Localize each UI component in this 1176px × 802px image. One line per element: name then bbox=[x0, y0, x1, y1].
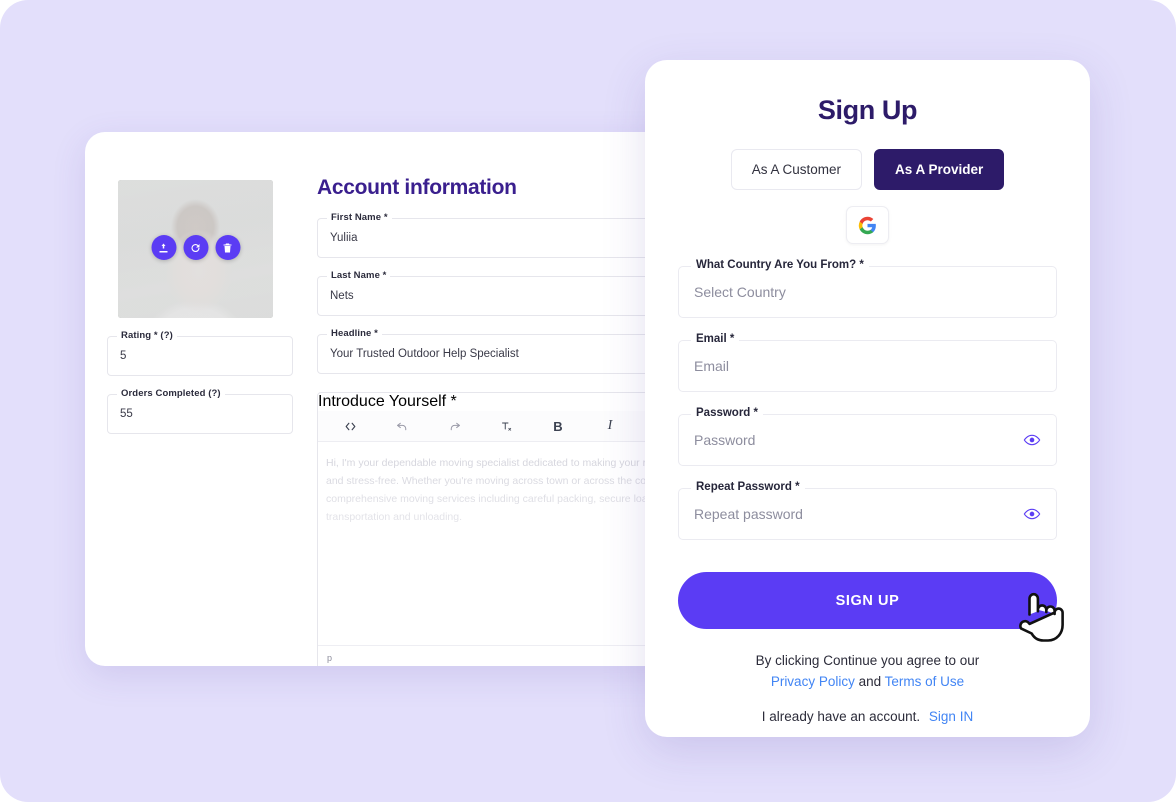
italic-icon[interactable]: I bbox=[584, 411, 636, 442]
last-name-label: Last Name * bbox=[327, 270, 391, 281]
password-field[interactable]: Password * Password bbox=[678, 407, 1057, 466]
existing-account-prompt: I already have an account. Sign IN bbox=[678, 709, 1057, 724]
headline-label: Headline * bbox=[327, 328, 382, 339]
rotate-icon[interactable] bbox=[183, 235, 208, 260]
introduce-yourself-label: Introduce Yourself * bbox=[318, 393, 457, 410]
hand-cursor-icon bbox=[1019, 592, 1064, 642]
first-name-label: First Name * bbox=[327, 212, 392, 223]
avatar[interactable] bbox=[118, 180, 273, 318]
country-label: What Country Are You From? * bbox=[691, 259, 869, 271]
password-label: Password * bbox=[691, 407, 763, 419]
legal-line-1: By clicking Continue you agree to our bbox=[755, 653, 980, 668]
rating-field[interactable]: Rating * (?) 5 bbox=[107, 330, 293, 376]
orders-completed-label: Orders Completed (?) bbox=[117, 388, 225, 399]
app-canvas: Rating * (?) 5 Orders Completed (?) 55 A… bbox=[0, 0, 1176, 802]
redo-icon[interactable] bbox=[428, 411, 480, 442]
tab-as-a-provider[interactable]: As A Provider bbox=[874, 149, 1005, 190]
role-tab-group: As A Customer As A Provider bbox=[678, 149, 1057, 190]
orders-completed-field[interactable]: Orders Completed (?) 55 bbox=[107, 388, 293, 434]
orders-completed-value[interactable]: 55 bbox=[108, 395, 292, 433]
country-select[interactable]: Select Country bbox=[679, 267, 1056, 317]
legal-text: By clicking Continue you agree to our Pr… bbox=[678, 651, 1057, 693]
legal-and: and bbox=[858, 673, 882, 689]
rating-value[interactable]: 5 bbox=[108, 337, 292, 375]
rating-label: Rating * (?) bbox=[117, 330, 177, 341]
code-icon[interactable] bbox=[324, 411, 376, 442]
repeat-password-visibility-icon[interactable] bbox=[1022, 504, 1042, 524]
password-visibility-icon[interactable] bbox=[1022, 430, 1042, 450]
terms-of-use-link[interactable]: Terms of Use bbox=[885, 674, 965, 689]
repeat-password-input[interactable]: Repeat password bbox=[679, 489, 1056, 539]
tab-as-a-customer[interactable]: As A Customer bbox=[730, 149, 862, 190]
sign-in-link[interactable]: Sign IN bbox=[929, 709, 973, 724]
delete-icon[interactable] bbox=[215, 235, 240, 260]
email-field[interactable]: Email * Email bbox=[678, 333, 1057, 392]
bold-icon[interactable]: B bbox=[532, 411, 584, 442]
legal-line-2: Privacy Policy and Terms of Use bbox=[678, 672, 1057, 693]
signup-title: Sign Up bbox=[817, 95, 918, 125]
profile-sidebar: Rating * (?) 5 Orders Completed (?) 55 bbox=[107, 180, 293, 434]
google-icon bbox=[858, 216, 876, 234]
signup-submit-label: SIGN UP bbox=[835, 592, 900, 609]
repeat-password-field[interactable]: Repeat Password * Repeat password bbox=[678, 481, 1057, 540]
signup-submit-button[interactable]: SIGN UP bbox=[678, 572, 1064, 642]
google-signin-button[interactable] bbox=[846, 206, 889, 244]
email-label: Email * bbox=[691, 333, 740, 345]
signup-card: Sign Up As A Customer As A Provider What… bbox=[645, 60, 1090, 737]
avatar-action-group bbox=[151, 235, 240, 260]
privacy-policy-link[interactable]: Privacy Policy bbox=[771, 674, 855, 689]
repeat-password-label: Repeat Password * bbox=[691, 481, 805, 493]
existing-account-text: I already have an account. bbox=[761, 708, 921, 724]
upload-icon[interactable] bbox=[151, 235, 176, 260]
email-input[interactable]: Email bbox=[679, 341, 1056, 391]
social-login-row bbox=[678, 206, 1057, 244]
clear-format-icon[interactable] bbox=[480, 411, 532, 442]
password-input[interactable]: Password bbox=[679, 415, 1056, 465]
country-field[interactable]: What Country Are You From? * Select Coun… bbox=[678, 259, 1057, 318]
undo-icon[interactable] bbox=[376, 411, 428, 442]
